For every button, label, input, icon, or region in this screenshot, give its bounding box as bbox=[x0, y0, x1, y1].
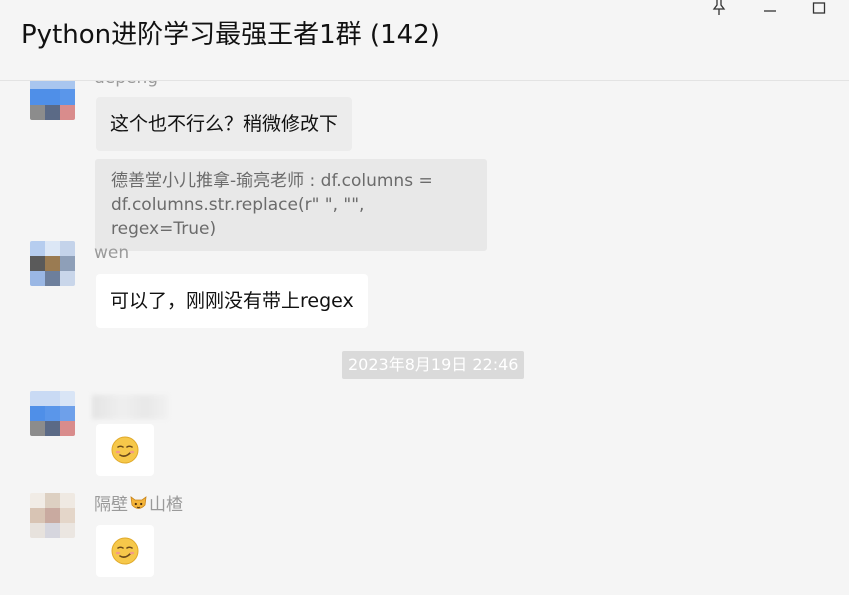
quoted-message[interactable]: 德善堂小儿推拿-瑜亮老师 : df.columns = df.columns.s… bbox=[95, 159, 487, 251]
chat-title: Python进阶学习最强王者1群 (142) bbox=[21, 20, 440, 50]
sender-name: 隔壁 山楂 bbox=[94, 494, 183, 518]
chat-window: Python进阶学习最强王者1群 (142) depeng 这个也不行么？稍微修… bbox=[0, 0, 849, 595]
avatar[interactable] bbox=[30, 81, 75, 120]
maximize-button[interactable] bbox=[804, 0, 834, 18]
message-bubble[interactable] bbox=[96, 525, 154, 577]
avatar[interactable] bbox=[30, 241, 75, 286]
minimize-button[interactable] bbox=[755, 0, 785, 18]
maximize-icon bbox=[812, 2, 826, 14]
smirk-emoji-icon bbox=[111, 537, 139, 565]
sender-name: wen bbox=[94, 243, 130, 263]
sender-name-prefix: 隔壁 bbox=[94, 495, 128, 515]
message-bubble[interactable]: 这个也不行么？稍微修改下 bbox=[96, 97, 353, 151]
title-bar: Python进阶学习最强王者1群 (142) bbox=[0, 0, 849, 81]
pin-icon bbox=[712, 0, 726, 15]
message-bubble[interactable] bbox=[96, 424, 154, 476]
message-bubble[interactable]: 可以了，刚刚没有带上regex bbox=[96, 274, 368, 328]
sender-name-blurred bbox=[92, 395, 168, 419]
sender-name-suffix: 山楂 bbox=[149, 495, 183, 515]
cat-face-icon bbox=[129, 494, 148, 518]
smirk-emoji-icon bbox=[111, 436, 139, 464]
avatar[interactable] bbox=[30, 493, 75, 538]
message-list[interactable]: depeng 这个也不行么？稍微修改下 德善堂小儿推拿-瑜亮老师 : df.co… bbox=[0, 81, 849, 595]
minimize-icon bbox=[764, 10, 776, 12]
avatar[interactable] bbox=[30, 391, 75, 436]
pin-button[interactable] bbox=[704, 0, 734, 18]
sender-name: depeng bbox=[94, 81, 158, 88]
timestamp-divider: 2023年8月19日 22:46 bbox=[342, 351, 525, 379]
